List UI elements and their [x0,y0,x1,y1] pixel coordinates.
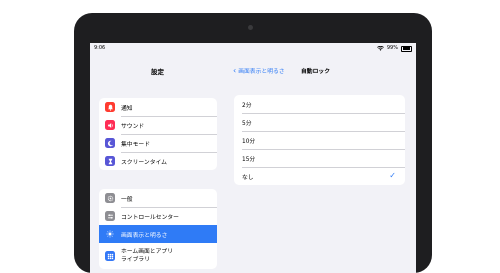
sidebar-item-label: 通知 [121,105,133,112]
option-10min[interactable]: 10分 [234,131,405,149]
status-indicators: 99% [376,43,412,54]
sidebar-item-notifications[interactable]: 通知 [99,98,217,116]
status-bar: 9:06 99% [90,43,416,54]
brightness-icon [105,229,115,239]
option-never[interactable]: なし ✓ [234,167,405,185]
sidebar-group-1: 通知 サウンド 集中モード スクリーンタイム [99,98,217,170]
sidebar-item-focus[interactable]: 集中モード [99,134,217,152]
hourglass-icon [105,156,115,166]
option-2min[interactable]: 2分 [234,95,405,113]
sliders-icon [105,211,115,221]
screen: 9:06 99% 設定 通知 サウンド 集中モード スクリーンタイム 一般 コン… [90,43,416,273]
sidebar-item-label: 一般 [121,196,133,203]
sidebar-group-2: 一般 コントロールセンター 画面表示と明るさ ホーム画面とアプリ ライブラリ [99,189,217,269]
sidebar-item-label: スクリーンタイム [121,159,167,166]
sidebar-item-screen-time[interactable]: スクリーンタイム [99,152,217,170]
sidebar-item-display-brightness[interactable]: 画面表示と明るさ [99,225,217,243]
checkmark-icon: ✓ [389,171,396,180]
gear-icon [105,193,115,203]
ipad-device: 9:06 99% 設定 通知 サウンド 集中モード スクリーンタイム 一般 コン… [74,13,432,273]
page-title: 自動ロック [301,69,330,75]
sidebar-item-label: コントロールセンター [121,214,179,221]
moon-icon [105,138,115,148]
back-button[interactable]: ‹ 画面表示と明るさ [233,66,285,75]
status-time: 9:06 [94,45,106,51]
sidebar-item-label: ホーム画面とアプリ ライブラリ [121,248,173,264]
camera [248,25,253,30]
option-label: 15分 [242,156,256,163]
auto-lock-options: 2分 5分 10分 15分 なし ✓ [234,95,405,185]
chevron-left-icon: ‹ [233,65,237,75]
option-label: なし [242,174,254,181]
bell-icon [105,102,115,112]
option-label: 2分 [242,102,252,109]
option-5min[interactable]: 5分 [234,113,405,131]
sidebar-title: 設定 [151,68,164,76]
sidebar-item-control-center[interactable]: コントロールセンター [99,207,217,225]
speaker-icon [105,120,115,130]
sidebar-item-label: 集中モード [121,141,150,148]
settings-sidebar: 設定 通知 サウンド 集中モード スクリーンタイム 一般 コントロールセンター … [90,54,226,273]
sidebar-item-general[interactable]: 一般 [99,189,217,207]
wifi-icon [376,46,384,51]
battery-percent: 99% [386,45,398,51]
battery-icon [401,45,412,52]
sidebar-item-sounds[interactable]: サウンド [99,116,217,134]
auto-lock-pane: ‹ 画面表示と明るさ 自動ロック 2分 5分 10分 15分 なし ✓ [225,54,416,273]
sidebar-item-home-screen[interactable]: ホーム画面とアプリ ライブラリ [99,243,217,269]
option-label: 5分 [242,120,252,127]
sidebar-item-label: 画面表示と明るさ [121,232,168,239]
nav-bar: ‹ 画面表示と明るさ 自動ロック [225,66,416,78]
sidebar-item-label: サウンド [121,123,145,130]
option-label: 10分 [242,138,256,145]
back-label: 画面表示と明るさ [238,69,285,75]
option-15min[interactable]: 15分 [234,149,405,167]
